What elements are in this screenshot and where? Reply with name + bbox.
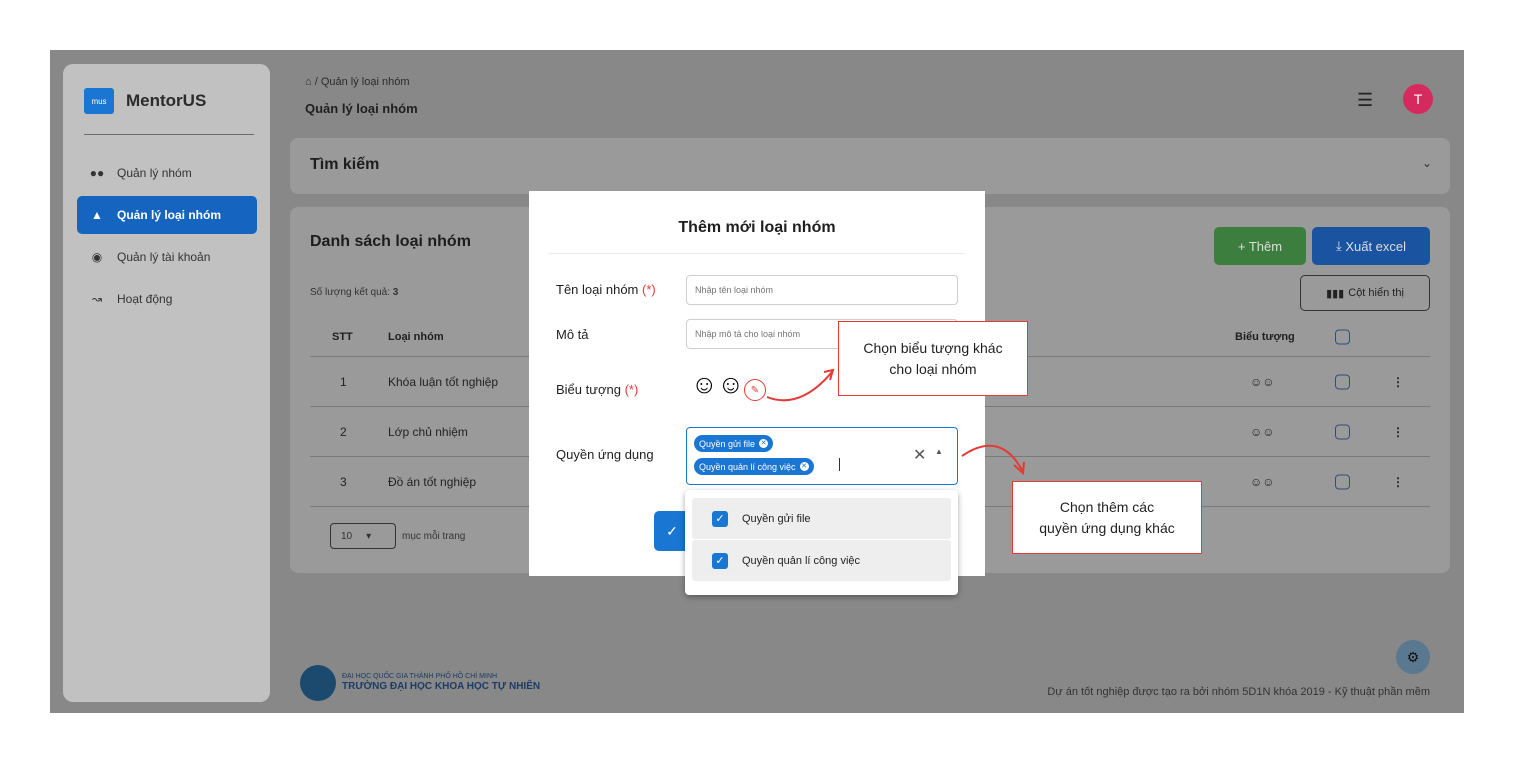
arrow-to-permission-callout (961, 444, 1023, 471)
annotation-arrows (766, 368, 1025, 476)
arrow-to-icon-callout (766, 371, 833, 402)
